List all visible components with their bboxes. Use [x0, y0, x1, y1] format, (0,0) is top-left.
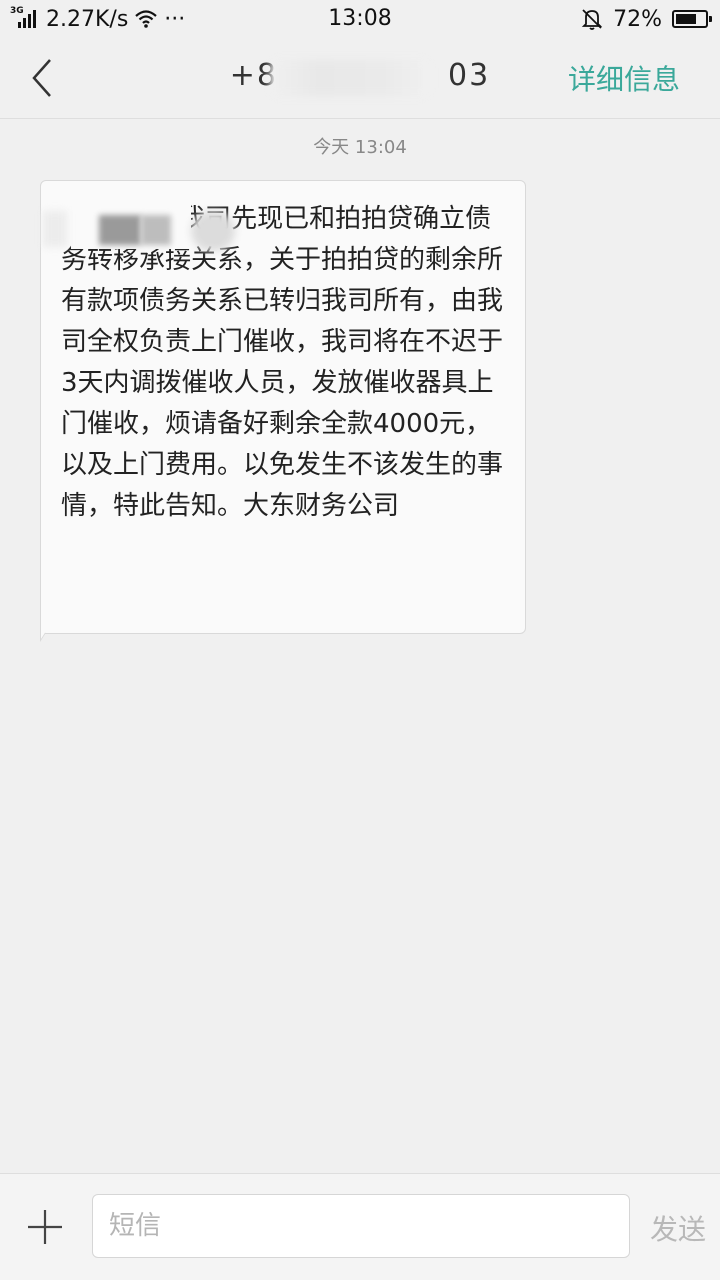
- battery-icon: [672, 10, 712, 28]
- signal-icon: 3G: [10, 6, 40, 30]
- status-bar: 3G 2.27K/s ··· 13:08 72%: [0, 0, 720, 38]
- battery-percent: 72%: [613, 6, 662, 32]
- redacted-name-blur: [43, 211, 67, 247]
- plus-icon: [28, 1210, 62, 1244]
- net-speed: 2.27K/s: [46, 6, 129, 32]
- redacted-number: [270, 60, 430, 96]
- bubble-tail-fill: [41, 620, 53, 639]
- message-bubble[interactable]: 是，我司先现已和拍拍贷确立债务转移承接关系，关于拍拍贷的剩余所有款项债务关系已转…: [40, 180, 526, 634]
- add-attachment-button[interactable]: [26, 1208, 64, 1246]
- conversation-header: +8 03 详细信息: [0, 38, 720, 119]
- redacted-name-blur: [99, 215, 141, 245]
- details-button[interactable]: 详细信息: [568, 58, 680, 98]
- status-left: 3G 2.27K/s ···: [10, 0, 185, 38]
- redacted-name-blur: [141, 215, 171, 245]
- more-indicator: ···: [164, 6, 186, 32]
- status-right: 72%: [581, 0, 712, 38]
- contact-number-end: 03: [448, 58, 491, 93]
- bell-off-icon: [581, 9, 603, 30]
- compose-bar: 发送: [0, 1173, 720, 1280]
- wifi-icon: [135, 10, 158, 28]
- send-button[interactable]: 发送: [650, 1208, 706, 1248]
- sms-input[interactable]: [92, 1194, 630, 1258]
- redacted-name-blur: [191, 211, 235, 251]
- date-separator: 今天 13:04: [313, 137, 407, 158]
- battery-fill: [676, 14, 696, 24]
